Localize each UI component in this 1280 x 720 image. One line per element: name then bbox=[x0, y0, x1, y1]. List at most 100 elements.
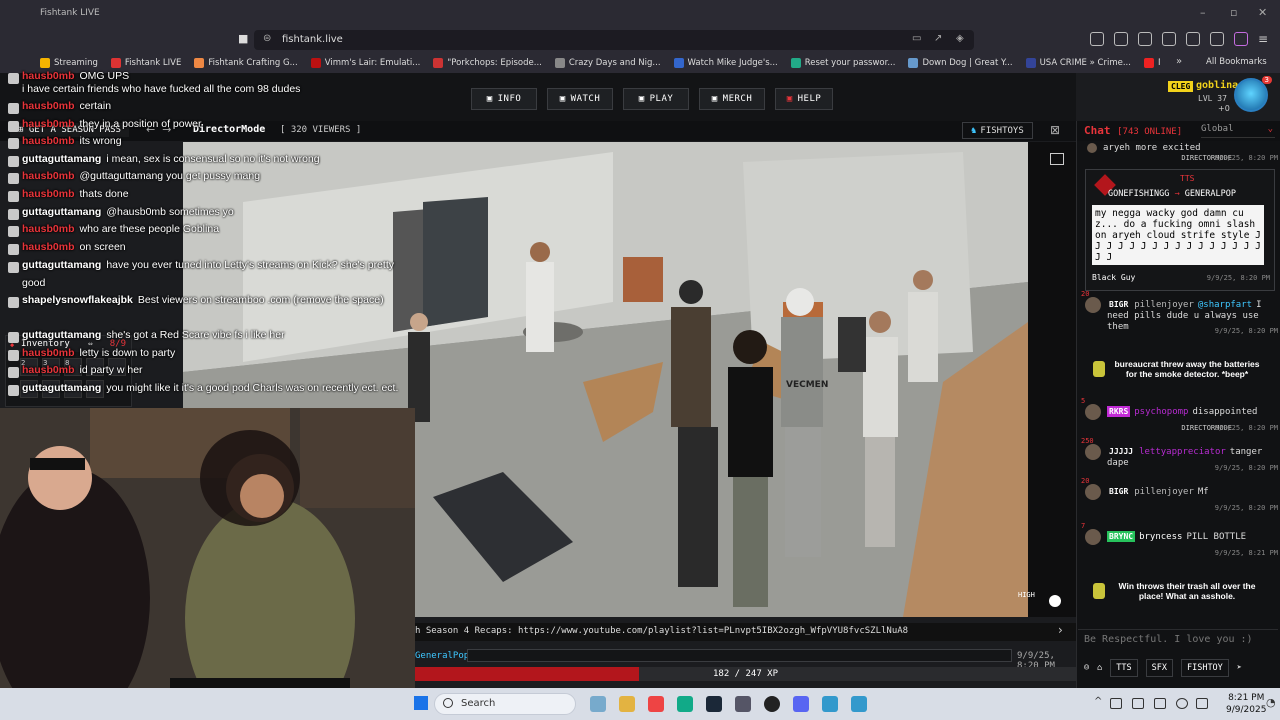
chat-username[interactable]: hausb0mb bbox=[22, 241, 75, 253]
chat-channel-select[interactable]: Global ⌄ bbox=[1201, 124, 1275, 138]
announcement-ticker[interactable]: h Season 4 Recaps: https://www.youtube.c… bbox=[415, 623, 1076, 641]
chat-username[interactable]: hausb0mb bbox=[22, 100, 75, 112]
microphone-icon[interactable] bbox=[1176, 698, 1188, 709]
bookmark-item[interactable]: Fishtank Crafting G... bbox=[194, 58, 298, 68]
avatar[interactable] bbox=[1085, 529, 1101, 545]
bookmark-item[interactable]: Watch Mike Judge's... bbox=[673, 58, 778, 68]
bookmark-item[interactable]: Reset your passwor... bbox=[790, 58, 895, 68]
ticker-next-icon[interactable]: › bbox=[1058, 623, 1063, 637]
nav-play-button[interactable]: ▣ PLAY bbox=[623, 88, 689, 110]
app-icon[interactable] bbox=[822, 696, 838, 712]
chat-username[interactable]: hausb0mb bbox=[22, 170, 75, 182]
tray-overflow-icon[interactable]: ^ bbox=[1094, 696, 1102, 707]
emoji-icon[interactable]: ☺ bbox=[1084, 663, 1089, 673]
bookmark-item[interactable]: Прямой эфир «Kar... bbox=[1143, 58, 1160, 68]
chat-username[interactable]: guttaguttamang bbox=[22, 153, 101, 165]
maximize-icon[interactable]: ▫ bbox=[1230, 6, 1237, 19]
notifications-icon[interactable]: ◔ bbox=[1266, 696, 1276, 709]
bookmark-item[interactable]: USA CRIME » Crime... bbox=[1025, 58, 1131, 68]
file-explorer-icon[interactable] bbox=[619, 696, 635, 712]
fullscreen-icon[interactable] bbox=[1050, 153, 1064, 165]
copilot-icon[interactable] bbox=[590, 696, 606, 712]
chat-username[interactable]: pillenjoyer bbox=[1134, 300, 1194, 310]
address-bar[interactable]: ⊜ fishtank.live ▭ ↗ ◈ bbox=[254, 30, 974, 50]
chat-username[interactable]: hausb0mb bbox=[22, 347, 75, 359]
chat-username[interactable]: hausb0mb bbox=[22, 70, 75, 82]
extension-puzzle-icon[interactable] bbox=[1089, 32, 1104, 46]
chat-mention[interactable]: @sharpfart bbox=[1198, 300, 1252, 310]
chat-input[interactable]: Be Respectful. I love you :) bbox=[1078, 629, 1278, 651]
chat-username[interactable]: guttaguttamang bbox=[22, 259, 101, 271]
screen-icon[interactable]: ▭ bbox=[912, 33, 921, 44]
brave-browser-icon[interactable] bbox=[648, 696, 664, 712]
bookmark-item[interactable]: Vimm's Lair: Emulati... bbox=[310, 58, 420, 68]
bookmark-item[interactable]: Fishtank LIVE bbox=[110, 58, 181, 68]
collections-icon[interactable] bbox=[1161, 32, 1176, 46]
settings-icon[interactable] bbox=[735, 696, 751, 712]
extension-icon[interactable] bbox=[1113, 32, 1128, 46]
network-icon[interactable] bbox=[1196, 698, 1208, 709]
avatar[interactable] bbox=[1085, 297, 1101, 313]
menu-icon[interactable]: ≡ bbox=[1258, 32, 1268, 48]
chat-username[interactable]: shapelysnowflakeajbk bbox=[22, 294, 133, 306]
send-icon[interactable]: ➤ bbox=[1237, 663, 1242, 673]
wallet-icon[interactable] bbox=[1185, 32, 1200, 46]
chat-username[interactable]: guttaguttamang bbox=[22, 206, 101, 218]
tray-icon[interactable] bbox=[1132, 698, 1144, 709]
user-profile[interactable]: CLEG goblina LVL 37 +0 3 bbox=[1078, 76, 1272, 118]
tts-button[interactable]: TTS bbox=[1110, 659, 1138, 677]
nav-merch-button[interactable]: ▣ MERCH bbox=[699, 88, 765, 110]
discord-icon[interactable] bbox=[793, 696, 809, 712]
fishtoy-button[interactable]: FISHTOY bbox=[1180, 659, 1229, 677]
chat-username[interactable]: lettyappreciator bbox=[1139, 447, 1226, 457]
nav-info-button[interactable]: ▣ INFO bbox=[471, 88, 537, 110]
avatar[interactable] bbox=[1085, 444, 1101, 460]
bookmark-item[interactable]: Down Dog | Great Y... bbox=[908, 58, 1013, 68]
chat-username[interactable]: hausb0mb bbox=[22, 223, 75, 235]
profile-icon[interactable] bbox=[1233, 32, 1248, 46]
sfx-button[interactable]: SFX bbox=[1145, 659, 1173, 677]
chat-username[interactable]: pillenjoyer bbox=[1134, 487, 1194, 497]
nav-help-button[interactable]: ▣ HELP bbox=[775, 88, 833, 110]
chat-username[interactable]: guttaguttamang bbox=[22, 382, 101, 394]
bookmarks-overflow-icon[interactable]: » bbox=[1176, 56, 1182, 67]
chat-username[interactable]: hausb0mb bbox=[22, 188, 75, 200]
chat-username[interactable]: guttaguttamang bbox=[22, 329, 101, 341]
taskbar-search[interactable]: Search bbox=[434, 693, 576, 715]
bookmark-item[interactable]: Crazy Days and Nig... bbox=[554, 58, 661, 68]
share-icon[interactable]: ↗ bbox=[934, 33, 942, 44]
status-user[interactable]: GeneralPop bbox=[415, 651, 469, 661]
browser-tab-title[interactable]: Fishtank LIVE bbox=[40, 8, 100, 18]
notification-badge[interactable]: 3 bbox=[1261, 76, 1272, 84]
close-window-icon[interactable]: ✕ bbox=[1258, 6, 1267, 19]
windows-start-icon[interactable] bbox=[414, 696, 428, 710]
quality-toggle[interactable]: HIGH bbox=[1018, 591, 1035, 599]
site-info-icon[interactable]: ⊜ bbox=[263, 33, 271, 44]
minimize-icon[interactable]: – bbox=[1200, 6, 1206, 19]
chat-username[interactable]: psychopomp bbox=[1134, 407, 1188, 417]
chat-username[interactable]: hausb0mb bbox=[22, 364, 75, 376]
chat-username[interactable]: hausb0mb bbox=[22, 118, 75, 130]
tray-icon[interactable] bbox=[1110, 698, 1122, 709]
bookmark-item[interactable]: Streaming bbox=[40, 58, 98, 68]
record-dot-icon[interactable] bbox=[1049, 595, 1061, 607]
bookmark-item[interactable]: "Porkchops: Episode... bbox=[433, 58, 542, 68]
sidebar-icon[interactable] bbox=[1137, 32, 1152, 46]
chat-username[interactable]: hausb0mb bbox=[22, 135, 75, 147]
taskbar-clock[interactable]: 8:21 PM 9/9/2025 bbox=[1226, 692, 1266, 716]
status-input[interactable] bbox=[467, 649, 1012, 662]
chat-username[interactable]: bryncess bbox=[1139, 532, 1182, 542]
downloads-icon[interactable] bbox=[1209, 32, 1224, 46]
fishtoys-button[interactable]: ♞ FISHTOYS bbox=[962, 122, 1033, 139]
avatar[interactable] bbox=[1085, 484, 1101, 500]
item-icon[interactable]: ⌂ bbox=[1097, 663, 1102, 673]
app-icon[interactable] bbox=[851, 696, 867, 712]
obs-icon[interactable] bbox=[764, 696, 780, 712]
close-panel-icon[interactable]: ⊠ bbox=[1050, 123, 1060, 137]
avatar[interactable] bbox=[1085, 404, 1101, 420]
steam-icon[interactable] bbox=[706, 696, 722, 712]
tray-icon[interactable] bbox=[1154, 698, 1166, 709]
shield-icon[interactable]: ◈ bbox=[956, 33, 964, 44]
notes-icon[interactable] bbox=[677, 696, 693, 712]
all-bookmarks[interactable]: All Bookmarks bbox=[1206, 57, 1267, 67]
